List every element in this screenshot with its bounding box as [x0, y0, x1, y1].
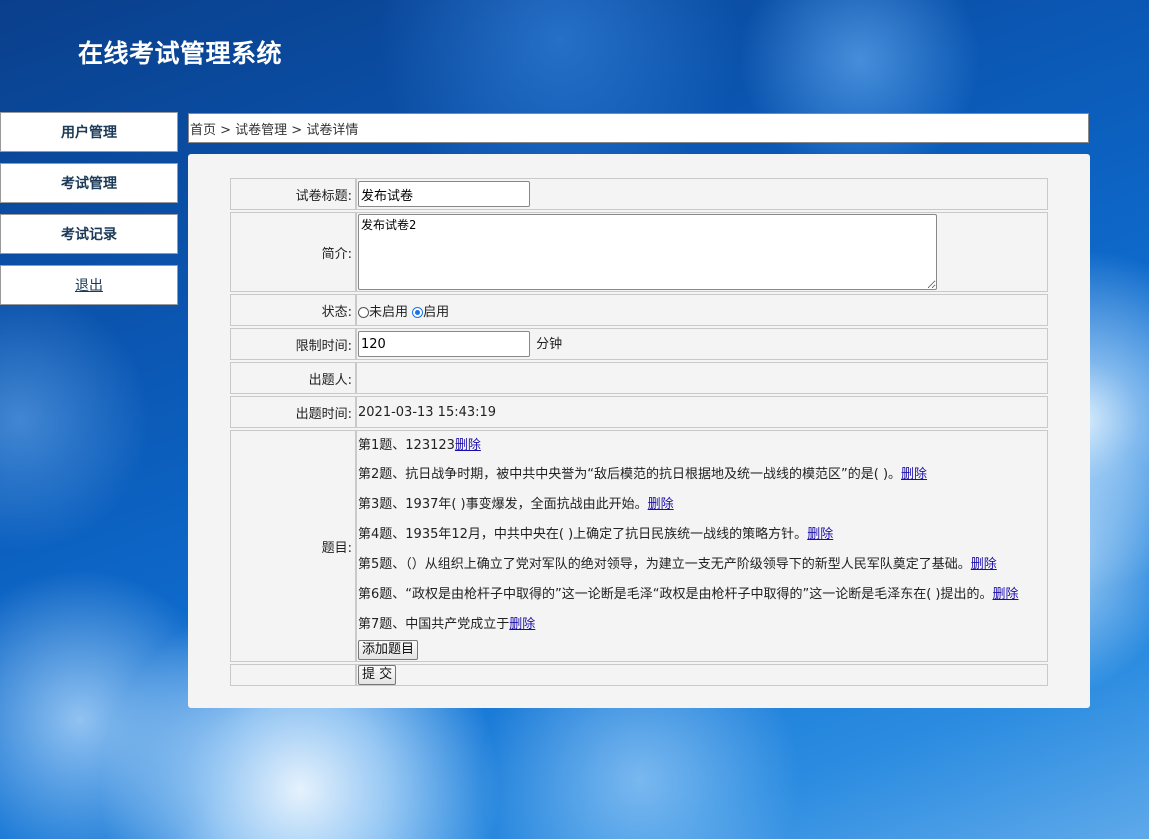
- status-option-label: 未启用: [369, 304, 409, 320]
- sidebar-item-logout[interactable]: 退出: [0, 265, 178, 305]
- delete-question-link[interactable]: 删除: [509, 617, 535, 632]
- row-submit: 提 交: [230, 664, 1048, 686]
- submit-button[interactable]: 提 交: [358, 665, 397, 685]
- question-item: 第3题、1937年( )事变爆发，全面抗战由此开始。删除: [358, 490, 1047, 520]
- question-item: 第6题、“政权是由枪杆子中取得的”这一论断是毛泽“政权是由枪杆子中取得的”这一论…: [358, 580, 1047, 610]
- question-item: 第1题、123123删除: [358, 432, 1047, 460]
- question-text: 第5题、（）从组织上确立了党对军队的绝对领导，为建立一支无产阶级领导下的新型人民…: [358, 556, 971, 572]
- question-text: 第7题、中国共产党成立于: [358, 616, 510, 632]
- sidebar-item-exam-management[interactable]: 考试管理: [0, 163, 178, 203]
- exam-detail-panel: 试卷标题: 简介: 发布试卷2 状态: 未启用 启用 限制时间: 分钟: [188, 154, 1090, 708]
- row-status: 状态: 未启用 启用: [230, 294, 1048, 326]
- time-limit-cell: 分钟: [356, 328, 1048, 360]
- delete-question-link[interactable]: 删除: [648, 497, 674, 512]
- row-intro: 简介: 发布试卷2: [230, 212, 1048, 292]
- row-created: 出题时间: 2021-03-13 15:43:19: [230, 396, 1048, 428]
- question-text: 第2题、抗日战争时期，被中共中央誉为“敌后模范的抗日根据地及统一战线的模范区”的…: [358, 466, 902, 482]
- question-item: 第7题、中国共产党成立于删除: [358, 610, 1047, 640]
- sidebar-item-label: 考试记录: [61, 227, 117, 243]
- time-limit-input[interactable]: [358, 331, 530, 357]
- intro-label: 简介:: [230, 212, 356, 292]
- delete-question-link[interactable]: 删除: [971, 557, 997, 572]
- question-text: 第1题、123123: [358, 437, 455, 453]
- time-limit-unit: 分钟: [536, 336, 563, 352]
- questions-label: 题目:: [230, 430, 356, 662]
- exam-detail-form: 试卷标题: 简介: 发布试卷2 状态: 未启用 启用 限制时间: 分钟: [230, 176, 1048, 688]
- created-value: 2021-03-13 15:43:19: [356, 396, 1048, 428]
- submit-row-spacer: [230, 664, 356, 686]
- question-item: 第4题、1935年12月，中共中央在( )上确定了抗日民族统一战线的策略方针。删…: [358, 520, 1047, 550]
- sidebar-item-exam-records[interactable]: 考试记录: [0, 214, 178, 254]
- delete-question-link[interactable]: 删除: [901, 467, 927, 482]
- sidebar-item-label: 考试管理: [61, 176, 117, 192]
- question-text: 第3题、1937年( )事变爆发，全面抗战由此开始。: [358, 496, 648, 512]
- question-item: 第5题、（）从组织上确立了党对军队的绝对领导，为建立一支无产阶级领导下的新型人民…: [358, 550, 1047, 580]
- delete-question-link[interactable]: 删除: [993, 587, 1019, 602]
- status-option-label: 启用: [423, 304, 450, 320]
- status-radio-enabled[interactable]: [412, 306, 424, 318]
- delete-question-link[interactable]: 删除: [455, 438, 481, 453]
- sidebar: 用户管理 考试管理 考试记录 退出: [0, 112, 178, 316]
- row-questions: 题目: 第1题、123123删除 第2题、抗日战争时期，被中共中央誉为“敌后模范…: [230, 430, 1048, 662]
- row-time-limit: 限制时间: 分钟: [230, 328, 1048, 360]
- question-list: 第1题、123123删除 第2题、抗日战争时期，被中共中央誉为“敌后模范的抗日根…: [358, 432, 1047, 640]
- intro-cell: 发布试卷2: [356, 212, 1048, 292]
- title-cell: [356, 178, 1048, 210]
- created-label: 出题时间:: [230, 396, 356, 428]
- status-label: 状态:: [230, 294, 356, 326]
- question-text: 第6题、“政权是由枪杆子中取得的”这一论断是毛泽“政权是由枪杆子中取得的”这一论…: [358, 586, 993, 602]
- breadcrumb: 首页 > 试卷管理 > 试卷详情: [188, 113, 1089, 143]
- delete-question-link[interactable]: 删除: [807, 527, 833, 542]
- sidebar-item-label: 用户管理: [61, 125, 117, 141]
- title-input[interactable]: [358, 181, 530, 207]
- sidebar-item-user-management[interactable]: 用户管理: [0, 112, 178, 152]
- question-text: 第4题、1935年12月，中共中央在( )上确定了抗日民族统一战线的策略方针。: [358, 526, 808, 542]
- add-question-button[interactable]: 添加题目: [358, 639, 419, 660]
- submit-cell: 提 交: [356, 664, 1048, 686]
- intro-textarea[interactable]: 发布试卷2: [358, 214, 937, 290]
- app-title: 在线考试管理系统: [78, 39, 283, 68]
- questions-cell: 第1题、123123删除 第2题、抗日战争时期，被中共中央誉为“敌后模范的抗日根…: [356, 430, 1048, 662]
- status-cell: 未启用 启用: [356, 294, 1048, 326]
- author-label: 出题人:: [230, 362, 356, 394]
- logout-link[interactable]: 退出: [75, 275, 103, 295]
- author-value: [356, 362, 1048, 394]
- row-title: 试卷标题:: [230, 178, 1048, 210]
- status-radio-disabled[interactable]: [358, 306, 369, 318]
- row-author: 出题人:: [230, 362, 1048, 394]
- title-label: 试卷标题:: [230, 178, 356, 210]
- question-item: 第2题、抗日战争时期，被中共中央誉为“敌后模范的抗日根据地及统一战线的模范区”的…: [358, 460, 1047, 490]
- time-limit-label: 限制时间:: [230, 328, 356, 360]
